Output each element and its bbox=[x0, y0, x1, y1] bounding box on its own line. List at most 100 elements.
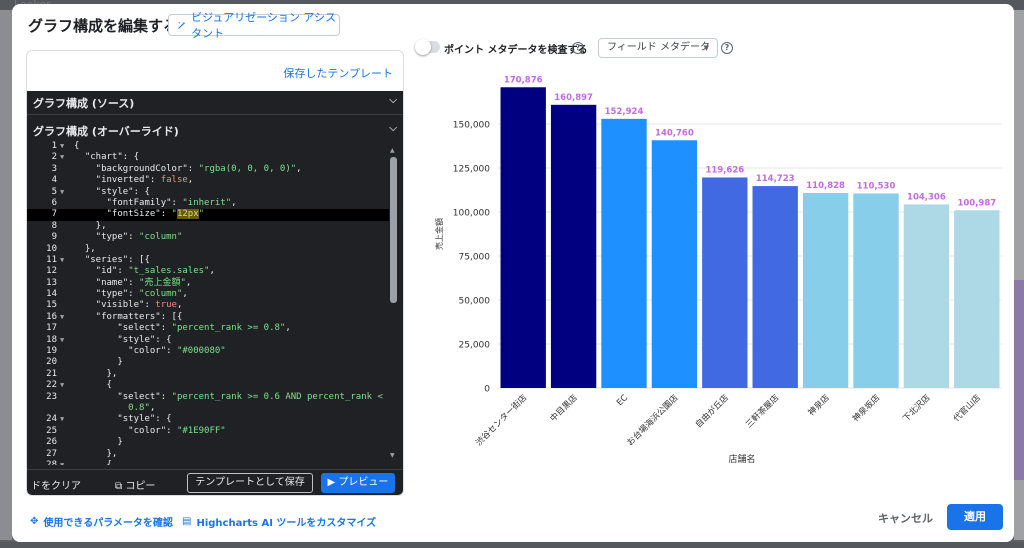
scroll-down-arrow-icon[interactable]: ▼ bbox=[390, 452, 395, 459]
code-scrollbar[interactable]: ▲ ▼ bbox=[390, 147, 397, 459]
data-label: 110,530 bbox=[857, 181, 896, 191]
code-line: 21 }, bbox=[27, 369, 389, 380]
bar bbox=[752, 186, 798, 388]
data-label: 160,897 bbox=[554, 93, 593, 103]
override-config-accordion[interactable]: グラフ構成 (オーバーライド) ⌵ bbox=[27, 119, 403, 143]
point-metadata-toggle[interactable] bbox=[415, 39, 440, 55]
background-right-edge bbox=[1014, 10, 1024, 540]
code-token: , bbox=[231, 197, 237, 208]
code-text: "select": "percent_rank >= 0.8", bbox=[74, 323, 290, 334]
x-tick-label: 三軒茶屋店 bbox=[743, 392, 781, 430]
line-number: 6 bbox=[51, 197, 57, 208]
fold-arrow-icon[interactable]: ▼ bbox=[60, 414, 64, 425]
code-line: 20 } bbox=[27, 357, 389, 368]
code-text: { bbox=[74, 460, 112, 465]
code-line: 11 ▼ "series": [{ bbox=[27, 255, 389, 266]
fold-arrow-icon[interactable]: ▼ bbox=[60, 255, 64, 266]
point-metadata-label: ポイント メタデータを検査する bbox=[444, 45, 588, 56]
code-token: "fontFamily": bbox=[74, 197, 183, 208]
code-line: 8 }, bbox=[27, 221, 389, 232]
code-line: 9 "type": "column" bbox=[27, 232, 389, 243]
code-token: }, bbox=[74, 243, 96, 254]
code-line: 27 }, bbox=[27, 449, 389, 460]
code-line: 2 ▼ "chart": { bbox=[27, 152, 389, 163]
data-label: 110,828 bbox=[806, 181, 845, 191]
code-token: "売上金額" bbox=[139, 277, 186, 288]
x-tick-label: 神泉坂店 bbox=[850, 392, 882, 424]
y-axis-title: 売上金額 bbox=[434, 218, 444, 250]
code-line: 16 ▼ "formatters": [{ bbox=[27, 312, 389, 323]
code-token: }, bbox=[74, 448, 118, 459]
copy-label: コピー bbox=[125, 481, 156, 492]
line-number: 13 bbox=[46, 277, 57, 288]
data-label: 104,306 bbox=[907, 192, 946, 202]
code-token: "t_sales.sales" bbox=[128, 266, 210, 277]
bar bbox=[550, 104, 597, 388]
code-text: }, bbox=[74, 448, 118, 460]
line-number: 22 bbox=[46, 380, 57, 391]
visualization-assistant-button[interactable]: ビジュアリゼーション アシスタント bbox=[168, 11, 340, 40]
bar bbox=[500, 87, 546, 388]
x-tick-label: 代官山店 bbox=[951, 392, 983, 424]
preview-button[interactable]: ▶ プレビュー bbox=[321, 473, 395, 493]
code-line: 23 "select": "percent_rank >= 0.6 AND pe… bbox=[27, 392, 389, 403]
field-metadata-value: フィールド メタデータ bbox=[607, 42, 710, 53]
code-text: "color": "#000080" bbox=[74, 346, 226, 357]
y-tick-label: 125,000 bbox=[453, 165, 490, 175]
code-token: "id": bbox=[74, 266, 129, 277]
sparkle-icon bbox=[178, 21, 186, 29]
line-number: 12 bbox=[46, 266, 57, 277]
code-token: }, bbox=[74, 368, 118, 379]
help-icon[interactable]: ? bbox=[572, 42, 584, 54]
code-editor: グラフ構成 (ソース) ⌵ グラフ構成 (オーバーライド) ⌵ 1 ▼{2 ▼ "c… bbox=[27, 91, 403, 495]
fold-arrow-icon[interactable]: ▼ bbox=[60, 460, 64, 465]
code-token: 0.8" bbox=[74, 402, 150, 413]
fold-arrow-icon[interactable]: ▼ bbox=[60, 335, 64, 346]
help-icon[interactable]: ? bbox=[721, 42, 733, 54]
save-as-template-button[interactable]: テンプレートとして保存 bbox=[187, 473, 313, 493]
scroll-thumb[interactable] bbox=[390, 157, 397, 303]
y-tick-label: 50,000 bbox=[459, 297, 491, 307]
code-token: "percent_rank >= 0.6 AND percent_rank < bbox=[171, 391, 383, 402]
fold-arrow-icon[interactable]: ▼ bbox=[60, 141, 64, 152]
code-text: "series": [{ bbox=[74, 255, 150, 266]
code-line: 17 "select": "percent_rank >= 0.8", bbox=[27, 323, 389, 334]
code-token: "backgroundColor": bbox=[74, 163, 199, 174]
highcharts-ai-link[interactable]: ▤ Highcharts AI ツールをカスタマイズ bbox=[182, 514, 376, 529]
fold-arrow-icon[interactable]: ▼ bbox=[60, 380, 64, 391]
params-link[interactable]: ✥ 使用できるパラメータを確認 bbox=[30, 514, 173, 529]
fold-arrow-icon[interactable]: ▼ bbox=[60, 187, 64, 198]
chevron-up-icon: ⌵ bbox=[389, 123, 397, 134]
scroll-up-arrow-icon[interactable]: ▲ bbox=[390, 147, 395, 154]
code-token: "chart": { bbox=[74, 152, 140, 163]
code-text: "type": "column", bbox=[74, 289, 188, 300]
line-number: 27 bbox=[46, 448, 57, 459]
line-number: 15 bbox=[46, 300, 57, 311]
toggle-knob bbox=[415, 39, 431, 55]
code-text: "visible": true, bbox=[74, 300, 183, 311]
code-text: 0.8", bbox=[74, 403, 155, 414]
source-config-accordion[interactable]: グラフ構成 (ソース) ⌵ bbox=[27, 91, 403, 115]
cancel-button[interactable]: キャンセル bbox=[878, 510, 933, 526]
fold-arrow-icon[interactable]: ▼ bbox=[60, 152, 64, 163]
line-number: 11 bbox=[46, 254, 57, 265]
code-token: "series": [{ bbox=[74, 254, 150, 265]
code-token: }, bbox=[74, 220, 107, 231]
clear-button[interactable]: ドをクリア bbox=[31, 477, 81, 492]
code-token: "#1E90FF" bbox=[176, 425, 226, 436]
code-area[interactable]: 1 ▼{2 ▼ "chart": {3 "backgroundColor": "rg… bbox=[27, 141, 389, 465]
column-chart: 0 25,000 50,000 75,000 100,000 125,000 150,000… bbox=[434, 75, 1002, 465]
line-number: 28 bbox=[46, 459, 57, 465]
code-token: "inverted": bbox=[74, 175, 161, 186]
code-line: 0.8", bbox=[27, 403, 389, 414]
saved-templates-link[interactable]: 保存したテンプレート bbox=[283, 65, 393, 81]
code-line: 5 ▼ "style": { bbox=[27, 187, 389, 198]
code-line: 25 "color": "#1E90FF" bbox=[27, 426, 389, 437]
copy-button[interactable]: ⧉ コピー bbox=[115, 477, 155, 492]
code-text: "fontSize": "12px" bbox=[74, 209, 204, 220]
fold-arrow-icon[interactable]: ▼ bbox=[60, 312, 64, 323]
x-tick-label: 自由が丘店 bbox=[693, 392, 731, 430]
line-number: 10 bbox=[46, 243, 57, 254]
field-metadata-select[interactable]: フィールド メタデータ ▼ bbox=[598, 38, 718, 58]
apply-button[interactable]: 適用 bbox=[947, 504, 1003, 530]
